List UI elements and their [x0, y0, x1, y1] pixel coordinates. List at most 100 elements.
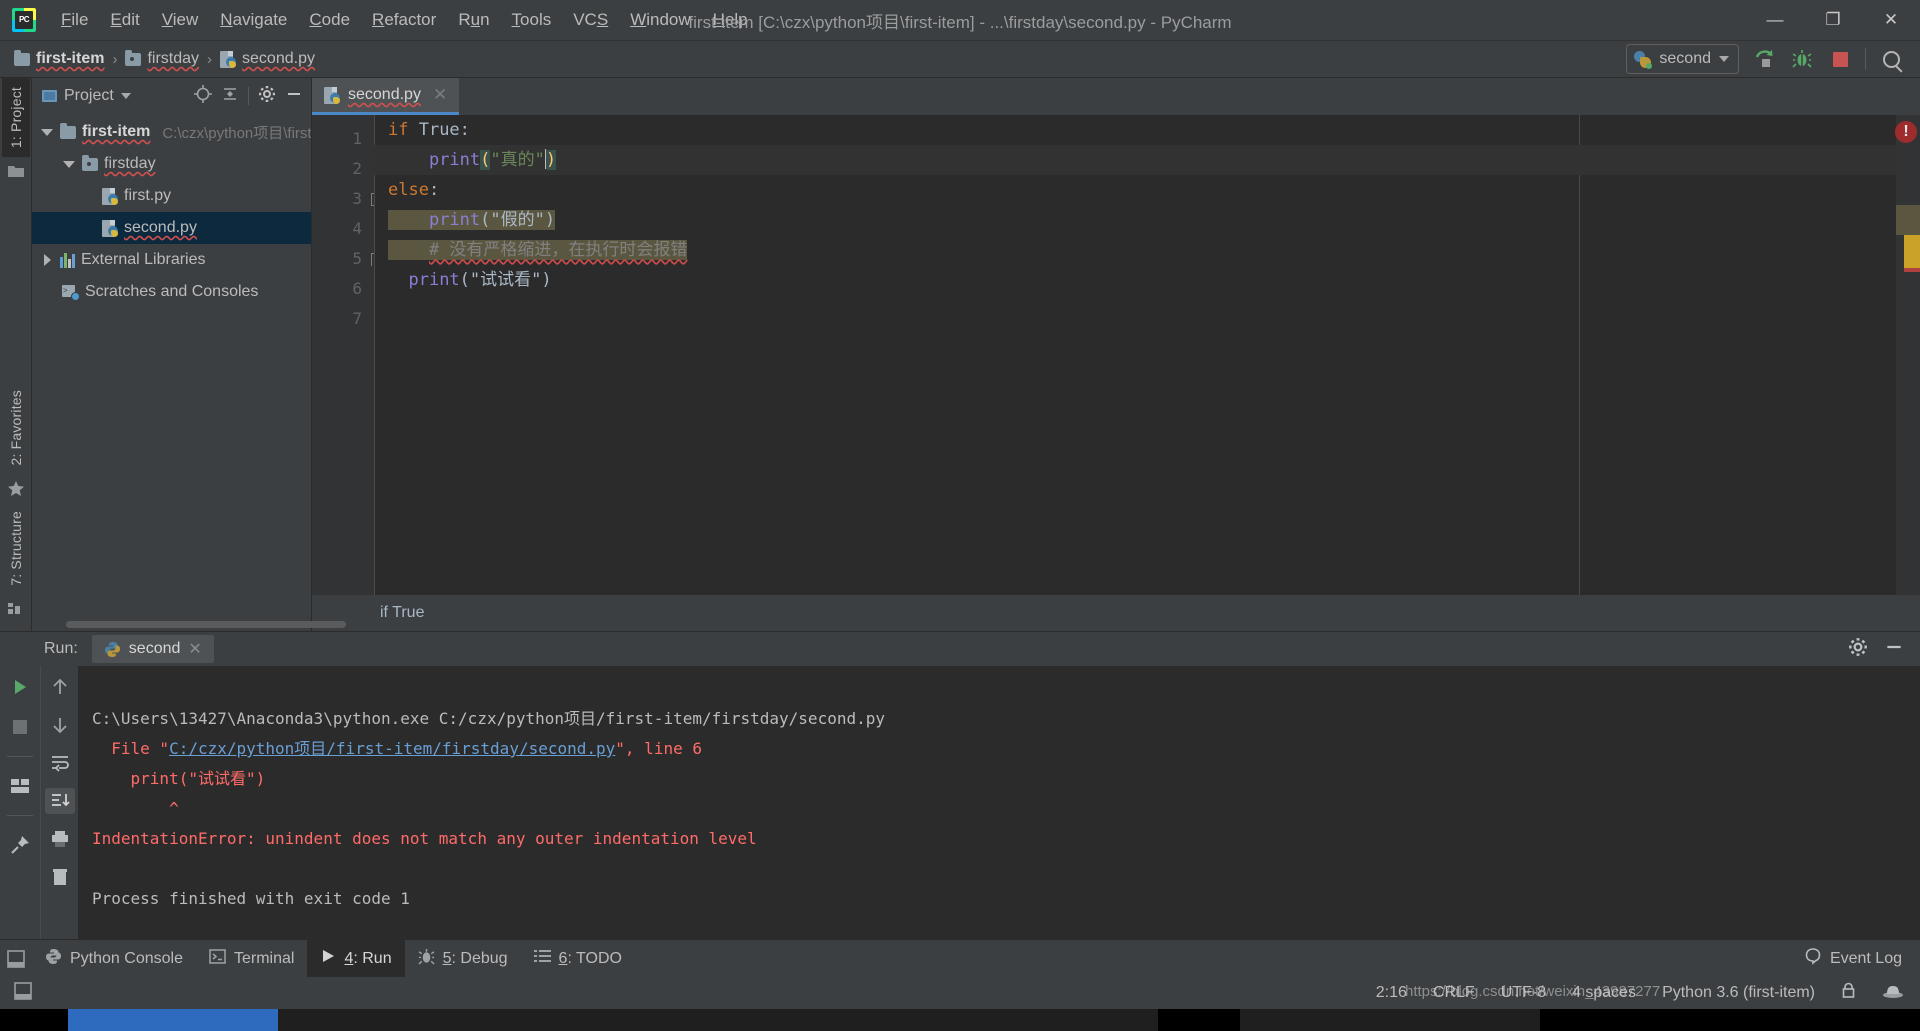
editor-breadcrumb[interactable]: if True — [312, 595, 1920, 631]
close-button[interactable]: ✕ — [1862, 0, 1920, 41]
bottom-tab-todo[interactable]: 6: TODO — [521, 940, 635, 977]
code-editor[interactable]: if True: print("真的") else: print("假的") #… — [374, 115, 1896, 595]
stop-button[interactable] — [5, 714, 35, 740]
toolbar-divider — [7, 756, 33, 757]
run-button[interactable] — [1751, 46, 1777, 72]
taskbar-active-window[interactable] — [68, 1009, 278, 1031]
breadcrumb-firstday[interactable]: firstday — [121, 48, 203, 70]
bottom-tab-terminal[interactable]: Terminal — [196, 940, 307, 977]
sidebar-item-structure[interactable]: 7: Structure — [2, 502, 30, 595]
search-everywhere-button[interactable] — [1878, 46, 1904, 72]
chevron-down-icon[interactable] — [120, 93, 131, 99]
hide-panel-icon[interactable] — [1884, 637, 1904, 662]
bottom-tab-run[interactable]: 4: Run — [307, 940, 405, 977]
soft-wrap-button[interactable] — [45, 750, 75, 776]
toggle-tool-windows-button[interactable] — [0, 940, 32, 977]
menu-help[interactable]: Help — [702, 7, 759, 33]
expand-toggle[interactable] — [40, 128, 54, 136]
sidebar-item-favorites[interactable]: 2: Favorites — [2, 381, 30, 475]
run-window-second-toolbar — [40, 666, 78, 939]
indent-setting[interactable]: 4 spaces — [1572, 984, 1636, 1002]
maximize-button[interactable]: ❐ — [1804, 0, 1862, 41]
code-line-6: print("试试看") — [408, 270, 552, 290]
project-panel-hscrollbar[interactable] — [32, 617, 346, 631]
tree-node-first-py[interactable]: first.py — [32, 180, 311, 212]
scroll-to-end-button[interactable] — [44, 788, 75, 814]
menu-run[interactable]: Run — [447, 7, 500, 33]
hide-panel-icon[interactable] — [285, 85, 303, 108]
console-file-link[interactable]: C:/czx/python项目/first-item/firstday/seco… — [169, 739, 615, 758]
clear-all-button[interactable] — [45, 864, 75, 890]
project-panel-tools — [194, 84, 303, 108]
line-separator[interactable]: CRLF — [1433, 984, 1475, 1002]
error-badge-icon[interactable]: ! — [1895, 121, 1917, 143]
collapse-all-icon[interactable] — [221, 85, 239, 108]
run-window-tab-label: second — [128, 640, 181, 657]
code-line-4: print("假的") — [374, 205, 1896, 235]
file-encoding[interactable]: UTF-8 — [1501, 984, 1546, 1002]
python-interpreter[interactable]: Python 3.6 (first-item) — [1662, 984, 1815, 1002]
editor-gutter[interactable]: 1 2 3 ─ 4 5 6 7 — [312, 115, 384, 595]
breadcrumb-first-item[interactable]: first-item — [10, 48, 108, 70]
debug-button[interactable] — [1789, 46, 1815, 72]
sidebar-item-project[interactable]: 1: Project — [1, 78, 30, 158]
tree-node-external-libraries[interactable]: External Libraries — [32, 244, 311, 276]
bottom-tab-python-console[interactable]: Python Console — [32, 940, 196, 977]
tree-node-second-py[interactable]: second.py — [32, 212, 311, 244]
run-console-output[interactable]: C:\Users\13427\Anaconda3\python.exe C:/c… — [78, 666, 1920, 939]
hat-icon[interactable] — [1882, 983, 1904, 1004]
run-configuration-selector[interactable]: second — [1626, 44, 1739, 74]
scroll-down-button[interactable] — [45, 712, 75, 738]
expand-toggle[interactable] — [40, 254, 54, 266]
run-tool-window: Run: second ✕ C:\Users\13427\Anaconda3\p… — [0, 631, 1920, 939]
expand-toggle[interactable] — [62, 160, 76, 168]
menu-edit[interactable]: Edit — [99, 7, 150, 33]
console-command-line: C:\Users\13427\Anaconda3\python.exe C:/c… — [92, 709, 885, 728]
gutter-line-number: 5 — [352, 249, 362, 268]
menu-navigate[interactable]: Navigate — [209, 7, 298, 33]
settings-gear-icon[interactable] — [258, 85, 276, 108]
warning-marker[interactable] — [1896, 205, 1920, 235]
rerun-button[interactable] — [5, 674, 35, 700]
close-icon[interactable]: ✕ — [188, 639, 201, 659]
editor-tab-second-py[interactable]: second.py ✕ — [312, 78, 460, 115]
settings-gear-icon[interactable] — [1848, 637, 1868, 662]
scroll-up-button[interactable] — [45, 674, 75, 700]
minimize-button[interactable]: — — [1746, 0, 1804, 41]
event-log-icon — [1804, 947, 1822, 970]
python-file-icon — [324, 86, 340, 104]
print-button[interactable] — [45, 826, 75, 852]
chevron-right-icon — [43, 254, 51, 266]
run-window-tab-second[interactable]: second ✕ — [91, 635, 214, 663]
stop-button[interactable] — [1827, 46, 1853, 72]
bottom-tab-debug[interactable]: 5: Debug — [405, 940, 521, 977]
restore-layout-button[interactable] — [5, 773, 35, 799]
tree-node-firstday[interactable]: firstday — [32, 148, 311, 180]
lock-icon[interactable] — [1841, 982, 1856, 1004]
navigation-bar: first-item › firstday › second.py second — [0, 41, 1920, 78]
menu-tools[interactable]: Tools — [501, 7, 563, 33]
gutter-line: 4 — [352, 219, 362, 238]
event-log-button[interactable]: Event Log — [1804, 940, 1920, 977]
locate-icon[interactable] — [194, 84, 212, 108]
python-file-icon — [102, 219, 118, 237]
menu-refactor[interactable]: Refactor — [361, 7, 447, 33]
caret-position[interactable]: 2:16 — [1376, 984, 1407, 1002]
menu-window[interactable]: Window — [619, 7, 701, 33]
pin-tab-button[interactable] — [5, 832, 35, 858]
menu-view[interactable]: View — [151, 7, 210, 33]
close-icon[interactable]: ✕ — [433, 85, 447, 105]
tree-node-first-item[interactable]: first-item C:\czx\python项目\first — [32, 116, 311, 148]
python-config-icon — [104, 641, 121, 658]
menu-file[interactable]: FFileile — [50, 7, 99, 33]
status-bar-widget-icon[interactable] — [14, 981, 32, 1005]
python-console-icon — [45, 948, 62, 970]
menu-vcs[interactable]: VCS — [562, 7, 619, 33]
console-file-suffix: ", line 6 — [615, 739, 702, 758]
breadcrumb-second-py[interactable]: second.py — [216, 48, 319, 70]
editor-marker-rail[interactable]: ! — [1895, 115, 1920, 595]
error-marker[interactable] — [1904, 235, 1920, 268]
tree-node-scratches-and-consoles[interactable]: > Scratches and Consoles — [32, 276, 311, 308]
menu-code[interactable]: Code — [298, 7, 361, 33]
tree-node-label: first.py — [124, 187, 172, 204]
